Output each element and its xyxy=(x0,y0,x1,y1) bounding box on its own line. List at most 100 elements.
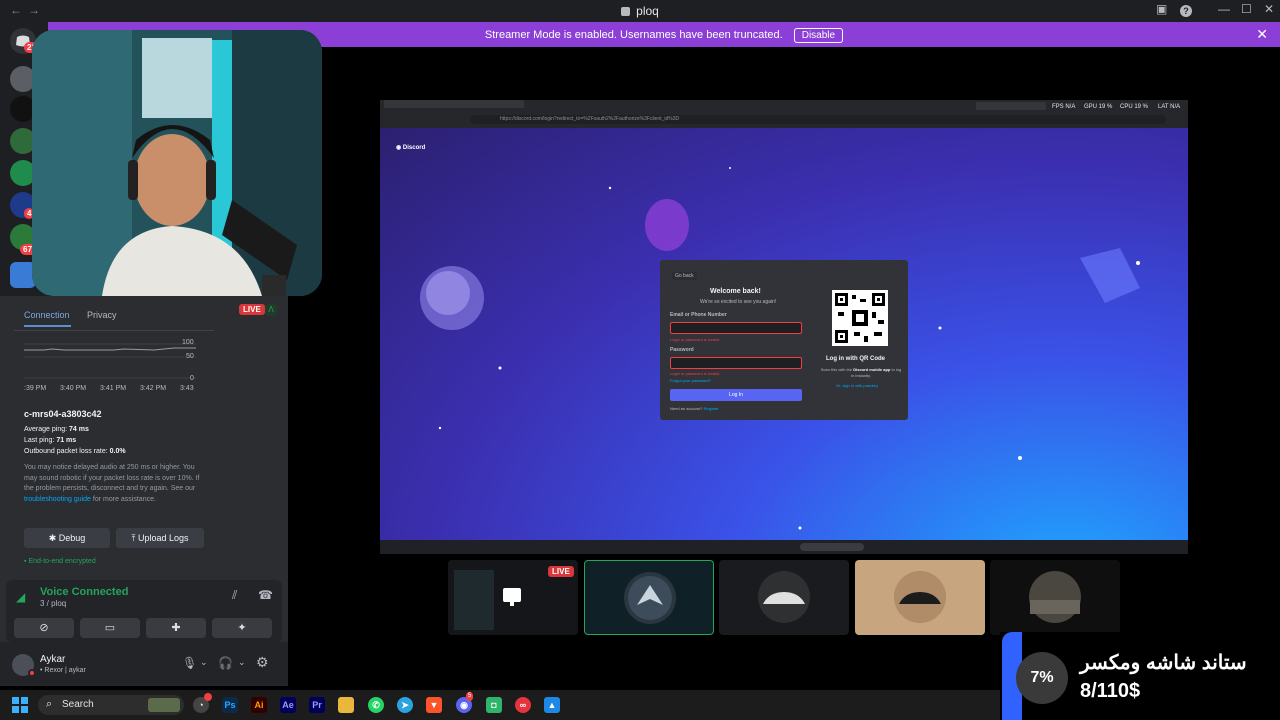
file-explorer-icon[interactable] xyxy=(338,697,354,713)
packet-loss-row: Outbound packet loss rate: 0.0% xyxy=(24,448,126,455)
thumbnail-avatar-picture xyxy=(624,572,676,624)
bug-icon: ✱ xyxy=(48,533,57,543)
email-error: Login or password is invalid. xyxy=(670,337,721,342)
title-bar: ← → ploq ▣ ? — ☐ ✕ xyxy=(0,0,1280,22)
rtc-connection-popout: Connection Privacy 100 50 0 :39 PM 3:40 … xyxy=(14,300,214,578)
soundboard-button[interactable]: ✦ xyxy=(212,618,272,638)
noise-suppression-icon[interactable]: ⫽ xyxy=(232,588,237,603)
taskbar-app-icon[interactable]: ◘ xyxy=(486,697,502,713)
active-tab-indicator xyxy=(24,325,71,327)
product-price-overlay: 7% ستاند شاشه ومكسر 8/110$ xyxy=(1000,632,1280,720)
register-row: Need an account? Register xyxy=(670,406,719,411)
email-field[interactable] xyxy=(670,322,802,334)
chevron-down-icon[interactable]: ⌄ xyxy=(238,657,246,668)
browser-tab xyxy=(384,100,524,108)
thumbnail-car-picture xyxy=(758,571,810,623)
activity-icon: Λ xyxy=(265,304,277,316)
headphones-icon[interactable]: 🎧 xyxy=(218,656,233,670)
help-icon[interactable]: ? xyxy=(1180,5,1192,17)
graph-tick: 0 xyxy=(190,375,194,382)
stream-thumbnail[interactable] xyxy=(990,560,1120,635)
stream-thumbnail[interactable] xyxy=(719,560,849,635)
login-title: Welcome back! xyxy=(710,288,761,295)
taskbar-app-icon[interactable]: ∞ xyxy=(515,697,531,713)
minimize-button[interactable]: — xyxy=(1218,2,1230,16)
after-effects-icon[interactable]: Ae xyxy=(280,697,296,713)
window-title: ploq xyxy=(0,4,1280,18)
stream-thumbnail[interactable] xyxy=(855,560,985,635)
windows-start-icon[interactable] xyxy=(12,697,28,713)
disconnect-icon[interactable]: ☎ xyxy=(258,588,273,602)
stream-thumbnail-selected[interactable] xyxy=(584,560,714,635)
go-back-button[interactable]: Go back xyxy=(672,272,697,280)
photoshop-icon[interactable]: Ps xyxy=(222,697,238,713)
chevron-down-icon[interactable]: ⌄ xyxy=(200,657,208,668)
illustrator-icon[interactable]: Ai xyxy=(251,697,267,713)
user-status[interactable]: • Rexor | aykar xyxy=(40,667,86,674)
premiere-icon[interactable]: Pr xyxy=(309,697,325,713)
voice-panel: ◢ Voice Connected 3 / ploq ⫽ ☎ ⊘ ▭ ✚ ✦ xyxy=(6,580,282,642)
search-box[interactable]: ⌕ Search xyxy=(38,695,184,715)
voice-status[interactable]: Voice Connected xyxy=(40,586,128,598)
browser-tab xyxy=(976,102,1046,110)
banner-message: Streamer Mode is enabled. Usernames have… xyxy=(484,29,783,41)
discount-percent: 7% xyxy=(1016,652,1068,704)
address-url: https://discord.com/login?redirect_to=%2… xyxy=(500,116,680,122)
dnd-status-icon xyxy=(28,669,36,677)
live-badge: LIVE xyxy=(239,304,265,315)
qr-description: Scan this with the Discord mobile app to… xyxy=(820,367,902,378)
perf-stat: GPU 19 % xyxy=(1084,104,1113,110)
microphone-icon[interactable]: 🎙 xyxy=(182,656,197,670)
average-ping-row: Average ping: 74 ms xyxy=(24,426,89,433)
tab-connection[interactable]: Connection xyxy=(24,310,70,320)
passkey-link[interactable]: Or, sign in with passkey xyxy=(836,383,878,388)
tab-privacy[interactable]: Privacy xyxy=(87,310,117,320)
close-window-button[interactable]: ✕ xyxy=(1264,2,1274,16)
voice-channel[interactable]: 3 / ploq xyxy=(40,599,66,608)
perf-stat: LAT N/A xyxy=(1158,104,1181,110)
inbox-tray-icon[interactable]: ▣ xyxy=(1156,2,1167,16)
register-link[interactable]: Register xyxy=(704,406,719,411)
forgot-password-link[interactable]: Forgot your password? xyxy=(670,378,711,383)
search-highlight-image xyxy=(148,698,180,712)
screen-share-button[interactable]: ▭ xyxy=(80,618,140,638)
debug-button[interactable]: ✱ Debug xyxy=(24,528,110,548)
whatsapp-icon[interactable]: ✆ xyxy=(368,697,384,713)
browser-chrome: FPS N/A GPU 19 % CPU 19 % LAT N/A https:… xyxy=(380,100,1188,128)
telegram-icon[interactable]: ➤ xyxy=(397,697,413,713)
troubleshooting-link[interactable]: troubleshooting guide xyxy=(24,496,91,503)
search-label: Search xyxy=(62,699,94,710)
encryption-status: ▪ End-to-end encrypted xyxy=(24,558,96,565)
perf-stat: FPS N/A xyxy=(1052,104,1076,110)
product-price: 8/110$ xyxy=(1080,680,1141,702)
ping-graph xyxy=(24,343,196,379)
activities-button[interactable]: ✚ xyxy=(146,618,206,638)
qr-code xyxy=(832,290,888,346)
password-field[interactable] xyxy=(670,357,802,369)
discord-login-page: ◉ Discord Go back Welcome back! We're so… xyxy=(380,128,1188,540)
brave-icon[interactable]: ▼ xyxy=(426,697,442,713)
photos-icon[interactable]: ▲ xyxy=(544,697,560,713)
discord-brand: ◉ Discord xyxy=(396,145,426,151)
user-name[interactable]: Aykar xyxy=(40,654,65,665)
camera-toggle-button[interactable]: ⊘ xyxy=(14,618,74,638)
webcam-overlay xyxy=(32,30,322,296)
streamed-taskbar xyxy=(380,540,1188,554)
search-icon: ⌕ xyxy=(46,698,53,710)
signal-icon[interactable]: ◢ xyxy=(16,590,25,604)
close-banner-icon[interactable]: ✕ xyxy=(1256,26,1268,43)
thumbnail-picture xyxy=(1029,571,1081,623)
disable-streamer-mode-button[interactable]: Disable xyxy=(793,28,844,43)
maximize-button[interactable]: ☐ xyxy=(1241,2,1252,16)
connection-notice: You may notice delayed audio at 250 ms o… xyxy=(24,464,200,503)
upload-logs-button[interactable]: ⤒ Upload Logs xyxy=(116,528,204,548)
stream-view[interactable]: FPS N/A GPU 19 % CPU 19 % LAT N/A https:… xyxy=(380,100,1188,554)
webcam-picture xyxy=(32,30,322,296)
settings-gear-icon[interactable]: ⚙ xyxy=(256,654,269,671)
streamed-search-box xyxy=(800,543,864,551)
last-ping-row: Last ping: 71 ms xyxy=(24,437,77,444)
product-name: ستاند شاشه ومكسر xyxy=(1080,652,1247,674)
graph-tick: 100 xyxy=(182,339,194,346)
login-button[interactable]: Log In xyxy=(670,389,802,401)
discord-badge: 5 xyxy=(466,692,474,701)
